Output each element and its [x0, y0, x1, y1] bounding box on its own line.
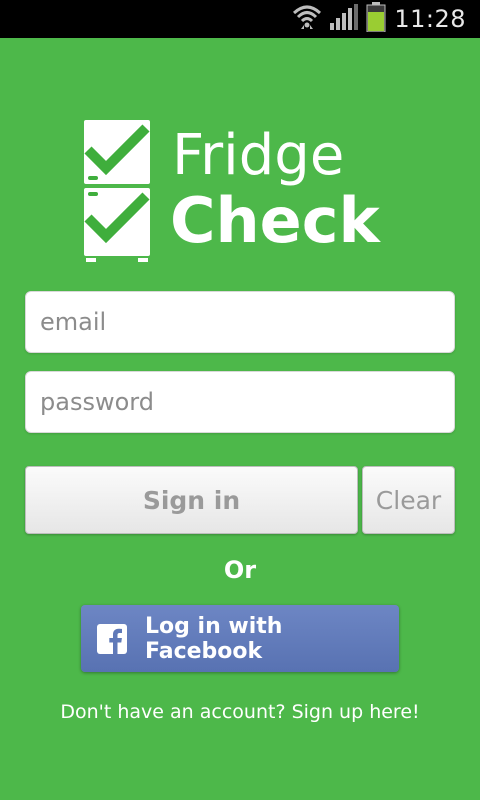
battery-icon: [366, 2, 386, 36]
fridge-check-logo: Fridge Check: [82, 118, 392, 262]
facebook-icon: [97, 623, 127, 654]
fridge-icon: [84, 120, 150, 262]
or-separator: Or: [223, 556, 257, 584]
facebook-login-button[interactable]: Log in with Facebook: [81, 605, 399, 672]
login-screen: Fridge Check Sign in Clear Or Log in wit…: [0, 38, 480, 800]
facebook-login-label: Log in with Facebook: [145, 613, 283, 664]
password-field: [25, 371, 455, 433]
status-icons: 11:28: [292, 0, 466, 38]
password-input[interactable]: [26, 372, 454, 432]
status-bar: 11:28: [0, 0, 480, 38]
clear-button[interactable]: Clear: [362, 466, 455, 534]
sign-up-link[interactable]: Don't have an account? Sign up here!: [0, 701, 480, 723]
email-field: [25, 291, 455, 353]
sign-in-label: Sign in: [142, 485, 241, 515]
wifi-icon: [292, 3, 322, 35]
status-time: 11:28: [394, 5, 466, 33]
signal-icon: [330, 4, 359, 34]
logo-word-check: Check: [170, 184, 380, 257]
sign-in-button[interactable]: Sign in: [25, 466, 358, 534]
logo-word-fridge: Fridge: [172, 123, 345, 188]
clear-label: Clear: [375, 485, 442, 515]
email-input[interactable]: [26, 292, 454, 352]
